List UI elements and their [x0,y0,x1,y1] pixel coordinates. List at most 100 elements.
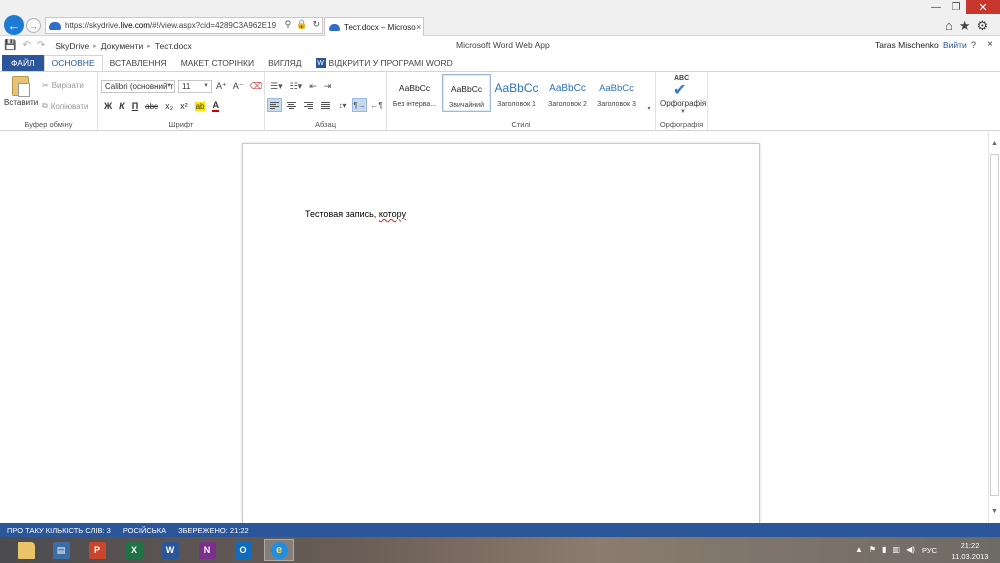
line-spacing-icon[interactable]: ↕▾ [336,99,349,111]
excel-icon: X [125,541,143,559]
group-label-font: Шрифт [168,120,194,129]
show-hidden-icons-icon[interactable]: ▲ [855,545,863,554]
scroll-up-icon[interactable]: ▲ [991,140,998,147]
paste-button[interactable]: Вставити [4,98,38,107]
cut-button[interactable]: ✂ Вирізати [42,81,84,90]
paste-icon[interactable] [12,76,30,97]
tools-gear-icon[interactable]: ⚙ [977,18,989,34]
highlight-button[interactable]: ab [194,101,206,111]
taskbar-word[interactable]: W [155,539,185,561]
spellcheck-icon[interactable]: ✔ [673,80,686,100]
copy-button[interactable]: ⧉ Копіювати [42,101,89,111]
network-icon[interactable]: ▥ [893,545,901,554]
clock-date: 11.03.2013 [951,552,989,561]
back-arrow-icon[interactable]: ← [4,15,24,35]
bullets-icon[interactable]: ☰▾ [270,81,283,92]
close-doc-icon[interactable]: × [987,39,993,50]
group-label-clipboard: Буфер обміну [24,120,73,129]
decrease-indent-icon[interactable]: ⇤ [309,81,317,92]
justify-icon[interactable] [319,99,332,111]
tab-close-icon[interactable]: × [416,22,421,32]
signal-icon[interactable]: ▮ [882,545,886,554]
help-icon[interactable]: ? [971,40,976,50]
align-right-icon[interactable] [302,99,315,111]
browser-tab[interactable]: Тест.docx – Microso... × [324,17,424,36]
action-center-flag-icon[interactable]: ⚑ [869,545,876,554]
underline-button[interactable]: П [132,101,138,111]
font-size-select[interactable]: 11 ▼ [178,80,212,93]
style-heading-1[interactable]: AaBbCc Заголовок 1 [492,74,541,112]
document-text[interactable]: Тестовая запись, котору [305,209,406,219]
window-close-icon[interactable]: ✕ [966,0,1000,14]
superscript-button[interactable]: x² [180,101,188,111]
taskbar-ie[interactable]: e [264,539,294,561]
redo-icon[interactable]: ↷ [37,40,45,51]
grow-font-icon[interactable]: A⁺ [216,81,227,92]
scroll-down-icon[interactable]: ▼ [991,508,998,515]
strikethrough-button[interactable]: abc [145,102,158,111]
taskbar-onenote[interactable]: N [192,539,222,561]
taskbar-powerpoint[interactable]: P [82,539,112,561]
restore-icon[interactable]: ❐ [946,0,966,14]
clock[interactable]: 21:22 11.03.2013 [945,540,995,562]
style-no-spacing[interactable]: AaBbCc Без інтерва... [390,74,439,112]
lock-icon[interactable]: 🔒 [296,19,307,30]
sign-out-link[interactable]: Вийти [943,40,967,50]
style-heading-3[interactable]: AaBbCc Заголовок 3 [592,74,641,112]
vertical-scrollbar[interactable]: ▲ ▼ [988,132,1000,523]
scissors-icon: ✂ [42,81,49,90]
taskbar-presentation[interactable]: ▤ [46,539,76,561]
tab-file[interactable]: ФАЙЛ [2,55,44,71]
tab-page-layout[interactable]: МАКЕТ СТОРІНКИ [174,55,261,71]
ltr-icon[interactable]: ¶→ [352,98,367,112]
italic-button[interactable]: К [119,101,125,111]
font-name-select[interactable]: Calibri (основний т ▼ [101,80,175,93]
taskbar-outlook[interactable]: O [228,539,258,561]
increase-indent-icon[interactable]: ⇥ [324,81,332,92]
document-page[interactable]: Тестовая запись, котору [242,143,760,543]
taskbar-excel[interactable]: X [119,539,149,561]
forward-arrow-icon[interactable]: → [26,18,41,33]
spelling-button[interactable]: Орфографія [660,99,706,108]
save-icon[interactable]: 💾 [4,40,16,51]
address-bar[interactable]: https://skydrive.live.com/#!/view.aspx?c… [45,17,323,34]
address-url[interactable]: https://skydrive.live.com/#!/view.aspx?c… [65,21,287,30]
breadcrumb-file: Тест.docx [154,40,192,51]
breadcrumb-skydrive[interactable]: SkyDrive [55,41,89,51]
search-icon[interactable]: ⚲ [285,19,292,30]
favorites-star-icon[interactable]: ★ [959,18,971,34]
shrink-font-icon[interactable]: A⁻ [233,81,244,92]
tab-home[interactable]: ОСНОВНЕ [43,55,103,71]
bold-button[interactable]: Ж [104,101,112,111]
subscript-button[interactable]: x₂ [165,101,173,111]
undo-icon[interactable]: ↶ [22,40,30,51]
font-color-button[interactable]: A [212,100,219,112]
scroll-thumb[interactable] [990,154,999,496]
breadcrumb-documents[interactable]: Документи [101,41,143,51]
styles-more-icon[interactable]: ▾ [645,76,653,112]
align-center-icon[interactable] [285,99,298,111]
align-left-icon[interactable] [267,98,282,112]
minimize-icon[interactable]: — [926,0,946,14]
tab-insert[interactable]: ВСТАВЛЕННЯ [103,55,174,71]
tab-open-in-word[interactable]: W ВІДКРИТИ У ПРОГРАМІ WORD [309,55,460,71]
style-normal[interactable]: AaBbCc Звичайний [442,74,491,112]
document-language[interactable]: РОСІЙСЬКА [123,526,166,535]
word-count: ПРО ТАКУ КІЛЬКІСТЬ СЛІВ: 3 [7,525,111,535]
app-title: Microsoft Word Web App [456,40,550,50]
tab-view[interactable]: ВИГЛЯД [261,55,308,71]
refresh-icon[interactable]: ↻ [312,19,320,30]
system-tray: ▲ ⚑ ▮ ▥ ◀) [855,545,915,554]
misspelled-word[interactable]: котору [379,209,406,219]
chevron-down-icon[interactable]: ▼ [680,109,686,115]
clear-format-icon[interactable]: ⌫ [250,81,263,92]
volume-icon[interactable]: ◀) [906,545,915,554]
numbering-icon[interactable]: ☷▾ [290,81,303,92]
input-language[interactable]: РУС [922,546,937,555]
home-icon[interactable]: ⌂ [945,18,953,34]
rtl-icon[interactable]: ←¶ [370,99,383,111]
breadcrumb: SkyDrive ▸ Документи ▸ Тест.docx [55,41,191,51]
user-name[interactable]: Taras Mischenko [875,40,939,50]
style-heading-2[interactable]: AaBbCc Заголовок 2 [543,74,592,112]
taskbar-explorer[interactable] [11,539,41,561]
